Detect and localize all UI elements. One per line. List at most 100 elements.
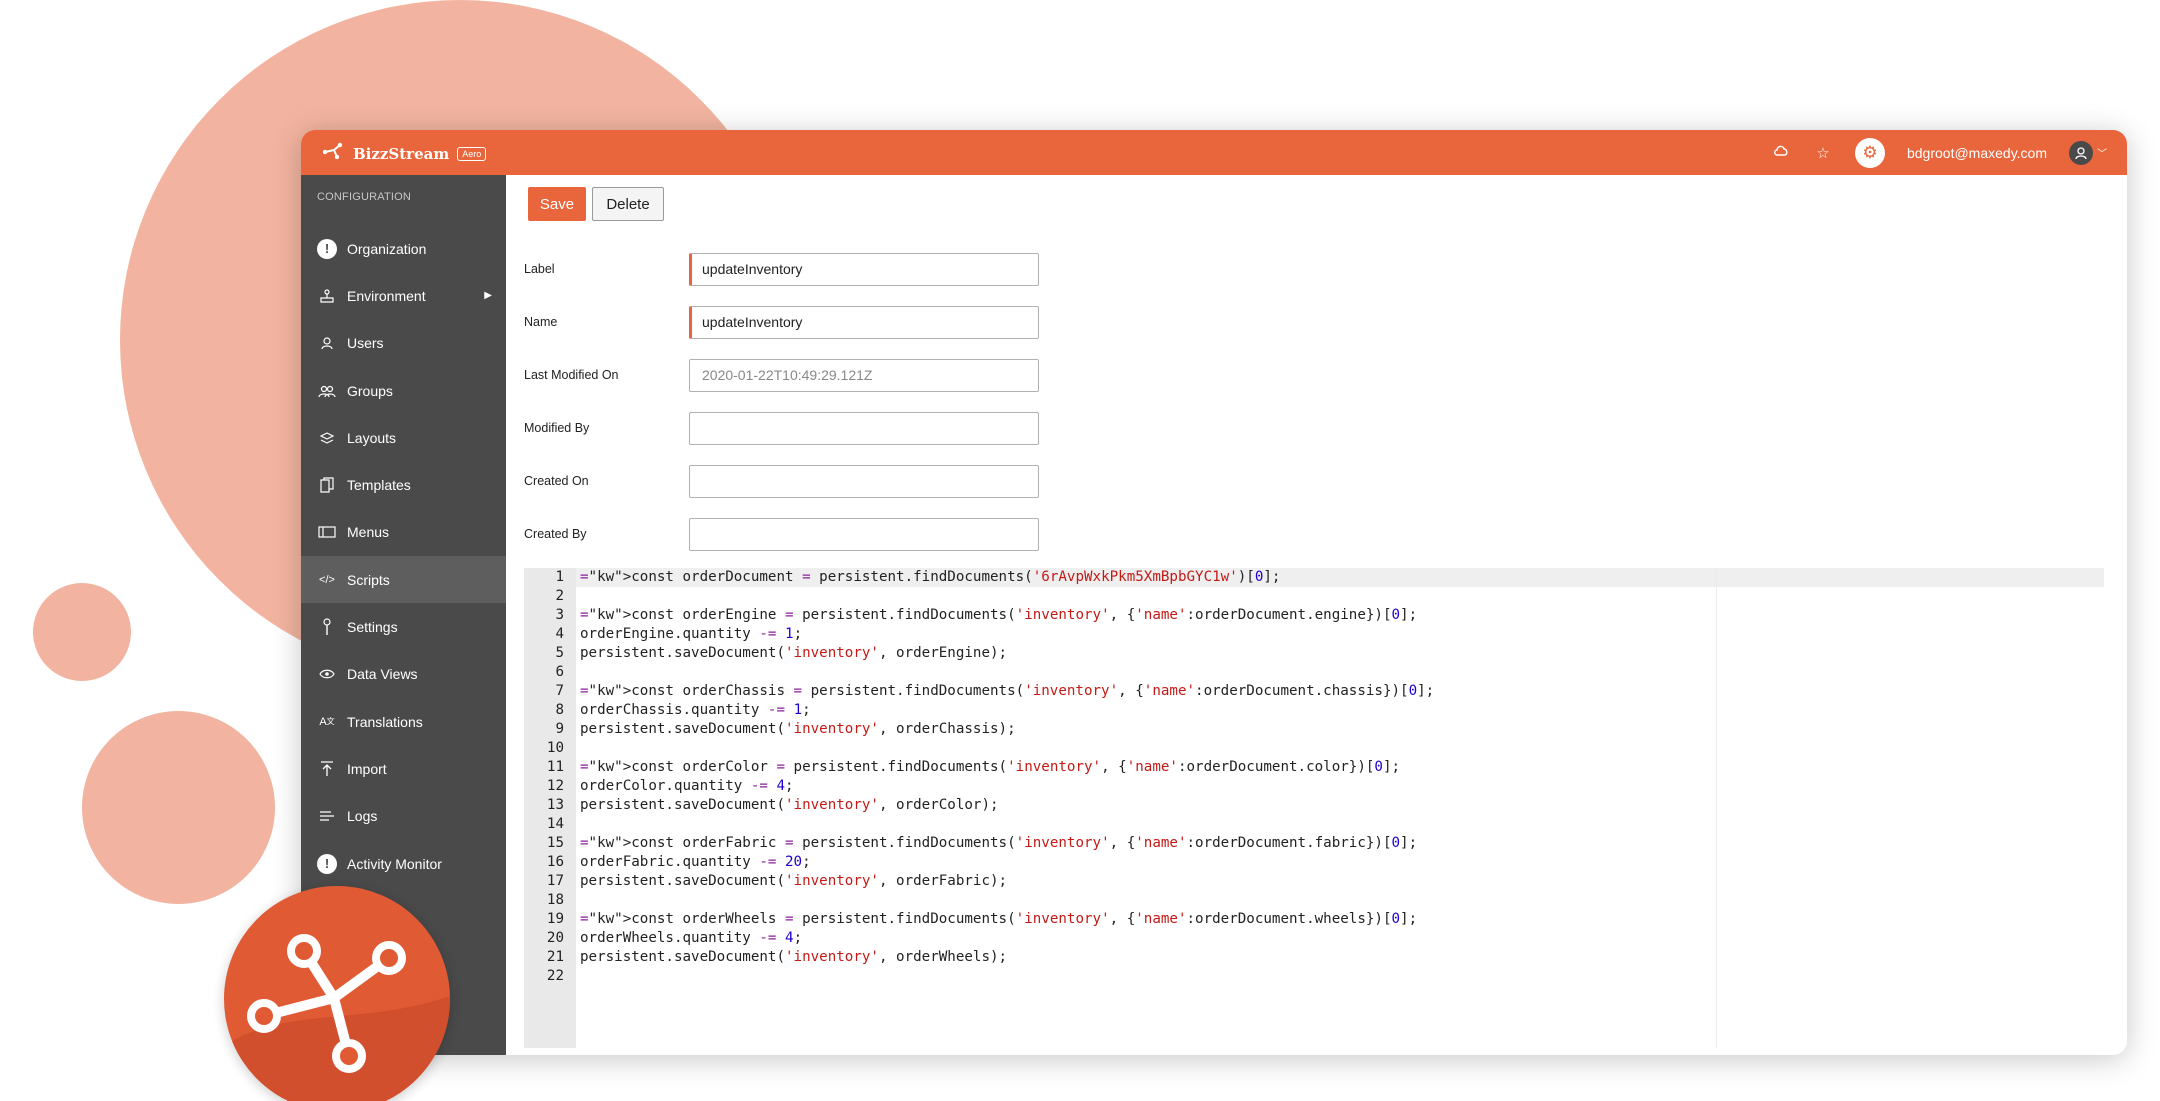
code-line[interactable]: 11 ="kw">const orderColor = persistent.fi… (524, 758, 2104, 777)
sidebar-item-translations[interactable]: A文 Translations (301, 698, 506, 745)
line-number: 4 (555, 626, 564, 642)
line-number: 16 (546, 854, 564, 870)
decorative-circle (82, 711, 275, 904)
sidebar-item-label: Settings (347, 619, 398, 636)
code-text: orderChassis.quantity -= 1; (580, 702, 811, 718)
code-line[interactable]: 6 (524, 663, 2104, 682)
sidebar-item-label: Activity Monitor (347, 855, 442, 872)
sidebar-item-label: Menus (347, 524, 390, 541)
sidebar-item-settings[interactable]: Settings (301, 603, 506, 650)
sidebar-item-label: Layouts (347, 429, 397, 446)
sidebar-item-label: Import (347, 760, 387, 777)
sidebar-item-data-views[interactable]: Data Views (301, 651, 506, 698)
form-row-created-by: Created By (524, 517, 1039, 551)
bizzstream-logo-badge (224, 886, 450, 1101)
code-line[interactable]: 18 (524, 891, 2104, 910)
sidebar-item-scripts[interactable]: </> Scripts (301, 556, 506, 604)
code-line[interactable]: 7 ="kw">const orderChassis = persistent.f… (524, 682, 2104, 701)
cloud-sync-icon[interactable] (1771, 144, 1791, 162)
sidebar-item-layouts[interactable]: Layouts (301, 414, 506, 461)
code-line[interactable]: 20 orderWheels.quantity -= 4; (524, 929, 2104, 948)
chevron-down-icon: ﹀ (2097, 149, 2107, 160)
alert-circle-icon: ! (317, 853, 337, 874)
sidebar-heading: CONFIGURATION (317, 191, 412, 203)
created-by-field-label: Created By (524, 527, 587, 541)
sidebar-item-import[interactable]: Import (301, 745, 506, 792)
line-number: 13 (546, 797, 564, 813)
brand-logo[interactable]: BizzStream Aero (322, 142, 487, 165)
code-line[interactable]: 10 (524, 739, 2104, 758)
code-line[interactable]: 1 ="kw">const orderDocument = persistent.… (524, 568, 2104, 587)
code-line[interactable]: 9 persistent.saveDocument('inventory', or… (524, 720, 2104, 739)
created-by-input[interactable] (689, 517, 1039, 551)
code-text: ="kw">const orderFabric = persistent.fin… (580, 835, 1418, 851)
sidebar-item-label: Organization (347, 240, 427, 257)
name-input[interactable]: updateInventory (689, 305, 1039, 339)
translate-icon: A文 (319, 715, 335, 728)
delete-button[interactable]: Delete (592, 187, 664, 221)
layers-icon (317, 428, 337, 448)
share-logo-icon (224, 934, 450, 1101)
sidebar-item-label: Users (347, 335, 384, 352)
sidebar-item-environment[interactable]: Environment ▶ (301, 272, 506, 319)
label-input[interactable]: updateInventory (689, 252, 1039, 286)
code-text: ="kw">const orderChassis = persistent.fi… (580, 683, 1435, 699)
code-line[interactable]: 12 orderColor.quantity -= 4; (524, 777, 2104, 796)
code-line[interactable]: 4 orderEngine.quantity -= 1; (524, 625, 2104, 644)
user-menu[interactable]: ﹀ (2069, 140, 2107, 165)
code-line[interactable]: 16 orderFabric.quantity -= 20; (524, 853, 2104, 872)
sidebar-item-templates[interactable]: Templates (301, 461, 506, 508)
eye-icon (317, 664, 337, 684)
line-number: 17 (546, 873, 564, 889)
line-number: 2 (555, 588, 564, 604)
sidebar-item-activity-monitor[interactable]: ! Activity Monitor (301, 840, 506, 887)
code-line[interactable]: 15 ="kw">const orderFabric = persistent.f… (524, 834, 2104, 853)
created-on-field-label: Created On (524, 474, 589, 488)
line-number: 14 (546, 816, 564, 832)
code-line[interactable]: 17 persistent.saveDocument('inventory', o… (524, 872, 2104, 891)
code-line[interactable]: 2 (524, 587, 2104, 606)
code-line[interactable]: 14 (524, 815, 2104, 834)
code-line[interactable]: 21 persistent.saveDocument('inventory', o… (524, 948, 2104, 967)
modified-by-input[interactable] (689, 411, 1039, 445)
code-editor[interactable]: 1 ="kw">const orderDocument = persistent.… (524, 568, 2104, 1048)
line-number: 8 (555, 702, 564, 718)
last-modified-field-label: Last Modified On (524, 368, 619, 382)
code-line[interactable]: 22 (524, 967, 2104, 986)
code-line[interactable]: 13 persistent.saveDocument('inventory', o… (524, 796, 2104, 815)
menu-icon (317, 522, 337, 542)
sidebar-item-logs[interactable]: Logs (301, 793, 506, 840)
settings-icon (317, 617, 337, 637)
created-on-input[interactable] (689, 464, 1039, 498)
sidebar-item-users[interactable]: Users (301, 320, 506, 367)
sidebar-item-menus[interactable]: Menus (301, 509, 506, 556)
form-row-label: Label updateInventory (524, 252, 1039, 286)
form-row-last-modified: Last Modified On 2020-01-22T10:49:29.121… (524, 358, 1039, 392)
line-number: 12 (546, 778, 564, 794)
code-line[interactable]: 3 ="kw">const orderEngine = persistent.fi… (524, 606, 2104, 625)
line-number: 6 (555, 664, 564, 680)
user-email[interactable]: bdgroot@maxedy.com (1907, 145, 2047, 161)
sidebar-item-organization[interactable]: ! Organization (301, 225, 506, 272)
top-bar: BizzStream Aero ☆ ⚙ bdgroot@maxedy.com ﹀ (301, 130, 2127, 175)
code-line[interactable]: 8 orderChassis.quantity -= 1; (524, 701, 2104, 720)
code-text: persistent.saveDocument('inventory', ord… (580, 949, 1008, 965)
import-icon (317, 759, 337, 779)
line-number: 1 (555, 569, 564, 585)
line-number: 18 (546, 892, 564, 908)
code-text: ="kw">const orderDocument = persistent.f… (580, 569, 1281, 585)
sidebar-item-label: Translations (347, 713, 423, 730)
gear-icon[interactable]: ⚙ (1854, 137, 1885, 168)
star-icon[interactable]: ☆ (1813, 144, 1833, 162)
sidebar-item-label: Templates (347, 477, 411, 494)
line-number: 10 (546, 740, 564, 756)
app-window: BizzStream Aero ☆ ⚙ bdgroot@maxedy.com ﹀ (301, 130, 2127, 1055)
save-button[interactable]: Save (528, 187, 586, 221)
code-lines: 1 ="kw">const orderDocument = persistent.… (524, 568, 2104, 986)
chevron-right-icon: ▶ (484, 290, 492, 302)
code-line[interactable]: 19 ="kw">const orderWheels = persistent.f… (524, 910, 2104, 929)
bizzstream-logo-icon (322, 142, 345, 165)
sidebar-item-groups[interactable]: Groups (301, 367, 506, 414)
code-text: orderFabric.quantity -= 20; (580, 854, 811, 870)
code-line[interactable]: 5 persistent.saveDocument('inventory', or… (524, 644, 2104, 663)
